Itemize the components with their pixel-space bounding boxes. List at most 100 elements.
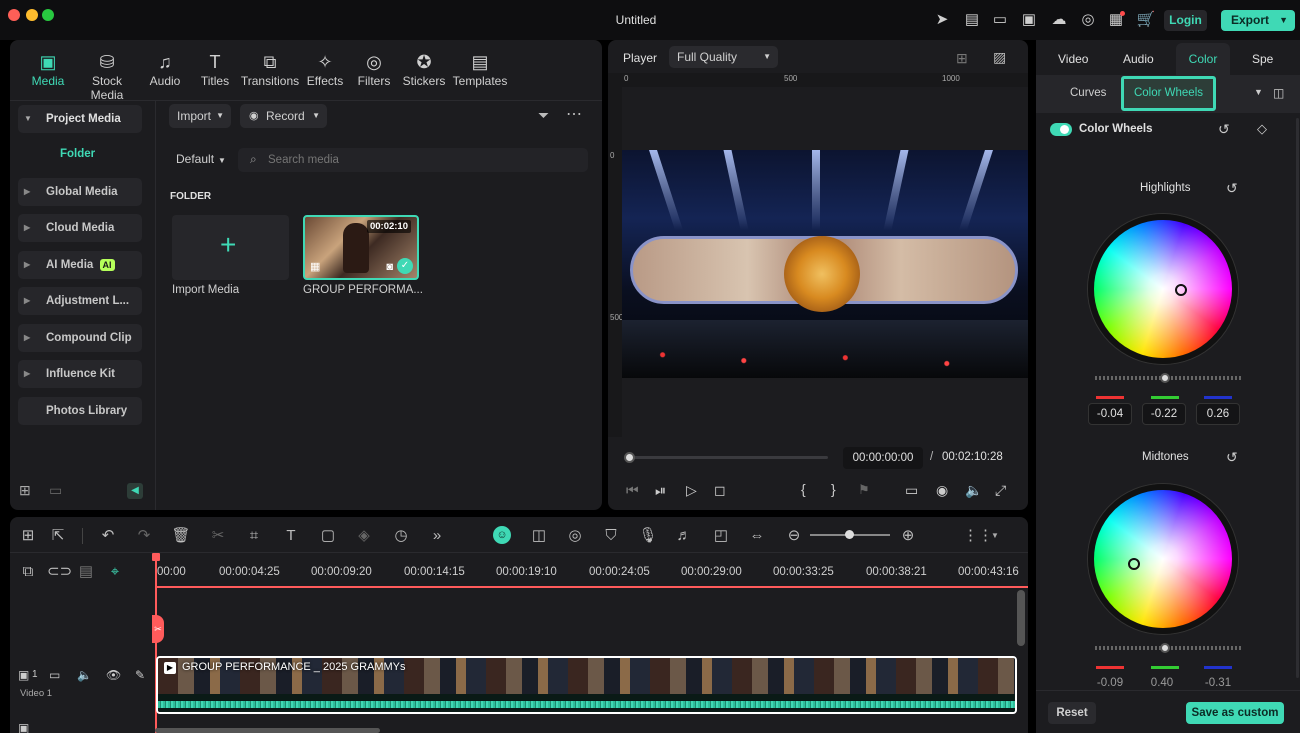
mask-icon[interactable]: ◈ <box>354 527 374 545</box>
tab-transitions[interactable]: ⧉ Transitions <box>238 50 302 94</box>
marker-icon[interactable]: ⚑ <box>858 482 870 498</box>
tab-video[interactable]: Video <box>1058 52 1088 66</box>
zoom-window-button[interactable] <box>42 9 54 21</box>
shape-icon[interactable]: ▢ <box>318 527 338 545</box>
scissors-icon[interactable]: ✂ <box>152 615 164 643</box>
search-input[interactable] <box>268 148 568 172</box>
reset-highlights-icon[interactable]: ↺ <box>1226 180 1238 197</box>
chevron-down-icon[interactable]: ▼ <box>1254 87 1263 97</box>
more-options-icon[interactable]: ⋯ <box>566 104 582 124</box>
tab-speed[interactable]: Spe <box>1252 52 1273 66</box>
quality-dropdown[interactable]: Full Quality ▼ <box>669 46 778 68</box>
speed-icon[interactable]: ◷ <box>391 527 411 545</box>
tab-media[interactable]: ▣ Media <box>20 50 76 94</box>
step-forward-icon[interactable]: ⏯ <box>655 482 666 499</box>
eye-icon[interactable]: 👁 <box>106 668 121 682</box>
filter-icon[interactable]: ⏷ <box>538 107 549 124</box>
delete-icon[interactable]: 🗑 <box>171 527 191 545</box>
video-clip[interactable]: ▶ GROUP PERFORMANCE _ 2025 GRAMMYs <box>156 656 1017 714</box>
highlights-luminance-knob[interactable] <box>1160 373 1170 383</box>
undo-icon[interactable]: ↶ <box>98 527 118 545</box>
midtones-luminance-knob[interactable] <box>1160 643 1170 653</box>
playhead-handle[interactable] <box>152 553 160 561</box>
sidebar-item-global-media[interactable]: ▶ Global Media <box>18 178 142 206</box>
tab-audio[interactable]: ♫ Audio <box>138 50 192 94</box>
layout-grid-icon[interactable]: ⊞ <box>18 527 38 545</box>
midtones-wheel-handle[interactable] <box>1128 558 1140 570</box>
collapse-sidebar-button[interactable]: ◀ <box>127 483 143 499</box>
sidebar-item-folder[interactable]: Folder <box>60 148 95 160</box>
media-clip-thumbnail[interactable]: 00:02:10 ▦ ◙ ✓ <box>303 215 419 280</box>
tab-titles[interactable]: T Titles <box>192 50 238 94</box>
microphone-icon[interactable]: 🎙 <box>638 527 658 545</box>
support-icon[interactable]: ◎ <box>1078 10 1098 30</box>
highlights-green-value[interactable]: -0.22 <box>1142 403 1186 425</box>
reset-midtones-icon[interactable]: ↺ <box>1226 449 1238 466</box>
import-media-tile[interactable]: + <box>172 215 289 280</box>
subtab-curves[interactable]: Curves <box>1070 87 1106 99</box>
highlights-red-value[interactable]: -0.04 <box>1088 403 1132 425</box>
video-preview[interactable] <box>622 150 1028 378</box>
sidebar-item-project-media[interactable]: ▼ Project Media <box>18 105 142 133</box>
subtab-color-wheels[interactable]: Color Wheels <box>1121 76 1216 111</box>
tab-color[interactable]: Color <box>1176 43 1230 75</box>
tab-filters[interactable]: ◎ Filters <box>348 50 400 94</box>
send-icon[interactable]: ➤ <box>932 10 952 30</box>
sidebar-item-adjustment-layer[interactable]: ▶ Adjustment L... <box>18 287 142 315</box>
tab-stock-media[interactable]: ⛁ Stock Media <box>76 50 138 102</box>
mark-out-icon[interactable]: } <box>831 481 836 497</box>
track-manage-icon[interactable]: ▤ <box>76 563 96 581</box>
sidebar-item-cloud-media[interactable]: ▶ Cloud Media <box>18 214 142 242</box>
save-as-custom-button[interactable]: Save as custom <box>1186 702 1284 724</box>
highlights-color-wheel[interactable] <box>1088 214 1238 364</box>
zoom-slider-knob[interactable] <box>845 530 854 539</box>
redo-icon[interactable]: ↷ <box>134 527 154 545</box>
image-icon[interactable]: ▨ <box>993 49 1006 66</box>
tab-audio[interactable]: Audio <box>1123 52 1154 66</box>
save-icon[interactable]: ▣ <box>1019 10 1039 30</box>
mute-icon[interactable]: 🔈 <box>77 668 92 682</box>
render-icon[interactable]: ◎ <box>565 527 585 545</box>
mark-in-icon[interactable]: { <box>801 481 806 497</box>
cloud-upload-icon[interactable]: ☁ <box>1049 10 1069 30</box>
search-media-field[interactable]: ⌕ <box>238 148 588 172</box>
record-button[interactable]: ◉ Record ▼ <box>240 104 327 128</box>
midtones-color-wheel[interactable] <box>1088 484 1238 634</box>
sidebar-item-photos-library[interactable]: Photos Library <box>18 397 142 425</box>
link-icon[interactable]: ⊂⊃ <box>47 563 72 581</box>
chevron-down-icon[interactable]: ▼ <box>991 531 999 540</box>
cut-icon[interactable]: ✂ <box>208 527 228 545</box>
reset-icon[interactable]: ↺ <box>1218 121 1230 138</box>
timeline-horizontal-scrollbar[interactable] <box>155 728 380 733</box>
tab-stickers[interactable]: ✪ Stickers <box>400 50 448 94</box>
tab-templates[interactable]: ▤ Templates <box>448 50 512 94</box>
timeline-vertical-scrollbar[interactable] <box>1017 590 1025 646</box>
layout-icon[interactable]: ▭ <box>990 10 1010 30</box>
previous-frame-icon[interactable]: ⏮ <box>626 482 639 499</box>
shield-icon[interactable]: ⛉ <box>601 527 621 545</box>
task-icon[interactable]: ▤ <box>962 10 982 30</box>
panel-scrollbar[interactable] <box>1296 118 1299 678</box>
sort-dropdown[interactable]: Default ▼ <box>170 148 232 170</box>
folder-icon[interactable]: ▭ <box>49 482 62 499</box>
export-button[interactable]: Export ▼ <box>1221 10 1295 31</box>
minimize-window-button[interactable] <box>26 9 38 21</box>
ai-mate-icon[interactable]: ☺ <box>493 526 511 544</box>
volume-icon[interactable]: 🔈 <box>965 482 982 499</box>
sidebar-item-influence-kit[interactable]: ▶ Influence Kit <box>18 360 142 388</box>
close-window-button[interactable] <box>8 9 20 21</box>
crop-icon[interactable]: ⌗ <box>244 527 264 545</box>
replace-icon[interactable]: ⇔ <box>747 527 767 545</box>
lock-icon[interactable]: ✎ <box>135 668 145 682</box>
folder-icon[interactable]: ▭ <box>49 668 60 682</box>
sidebar-item-compound-clip[interactable]: ▶ Compound Clip <box>18 324 142 352</box>
track-layout-icon[interactable]: ⋮⋮ <box>963 527 993 545</box>
keyframe-icon[interactable]: ◇ <box>1257 121 1267 137</box>
add-track-icon[interactable]: ⧉ <box>18 563 38 581</box>
reset-button[interactable]: Reset <box>1048 702 1096 724</box>
snapshot-icon[interactable]: ◉ <box>936 482 948 499</box>
snap-icon[interactable]: ⌖ <box>105 563 125 581</box>
select-tool-icon[interactable]: ⇱ <box>48 527 68 545</box>
more-tools-icon[interactable]: » <box>427 527 447 545</box>
login-button[interactable]: Login <box>1164 10 1207 31</box>
